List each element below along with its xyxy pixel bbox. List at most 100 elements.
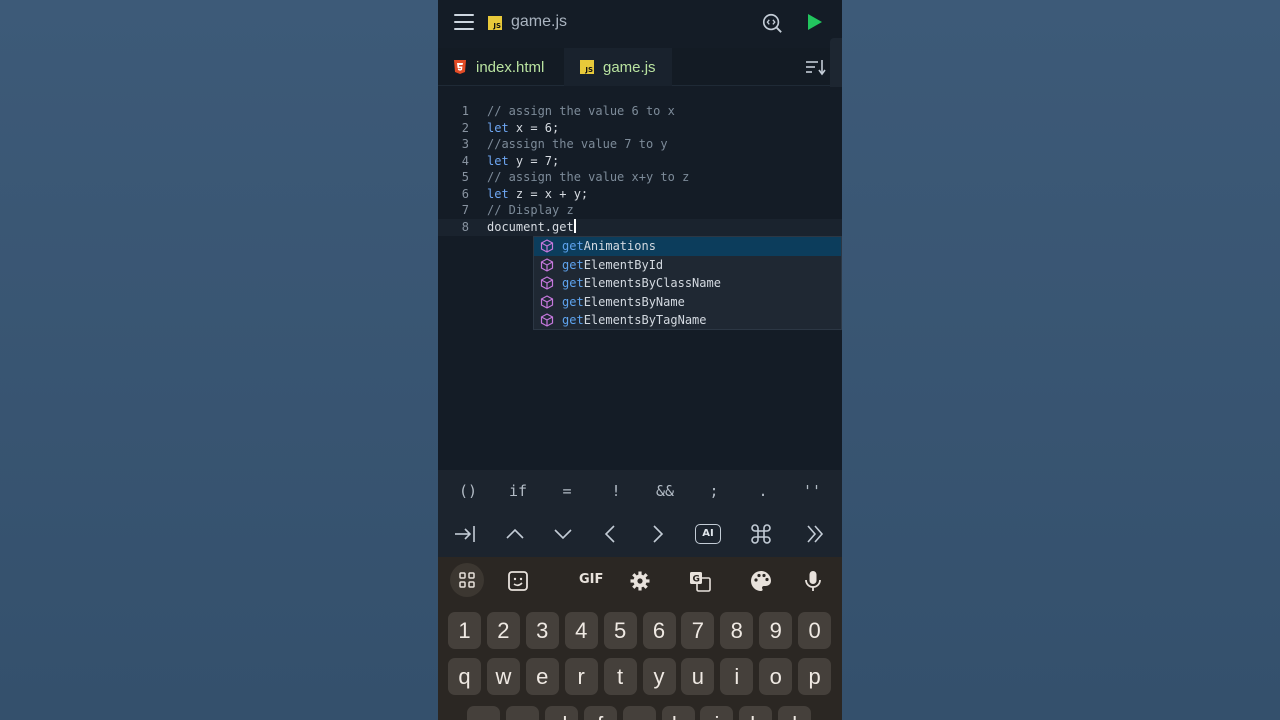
code-editor[interactable]: 1 // assign the value 6 to x 2 let x = 6; 3 /… <box>438 87 842 470</box>
suggestion-match: get <box>562 276 584 291</box>
key-q[interactable]: q <box>448 658 481 695</box>
code-line[interactable]: 7 // Display z <box>438 202 842 219</box>
sticker-icon[interactable] <box>506 569 530 593</box>
key-2[interactable]: 2 <box>486 612 520 649</box>
command-icon[interactable] <box>749 522 773 546</box>
search-code-icon[interactable] <box>761 12 783 34</box>
key-k[interactable]: k <box>739 706 773 720</box>
suggestion-item[interactable]: get ElementsByName <box>534 293 841 312</box>
symbol-key[interactable]: = <box>562 482 571 500</box>
file-title: game.js <box>511 13 568 30</box>
key-h[interactable]: h <box>661 706 695 720</box>
menu-icon[interactable] <box>454 14 474 30</box>
key-3[interactable]: 3 <box>525 612 559 649</box>
symbol-key[interactable]: () <box>459 482 477 500</box>
key-j[interactable]: j <box>700 706 734 720</box>
arrow-right-icon[interactable] <box>646 522 670 546</box>
key-0[interactable]: 0 <box>798 612 832 649</box>
key-o[interactable]: o <box>759 658 793 695</box>
arrow-up-icon[interactable] <box>503 522 527 546</box>
key-4[interactable]: 4 <box>564 612 598 649</box>
code-line[interactable]: 2 let x = 6; <box>438 120 842 137</box>
method-cube-icon <box>540 313 554 327</box>
suggestion-label: Animations <box>583 239 656 254</box>
ai-icon[interactable]: AI <box>695 524 721 544</box>
tab-game-js[interactable]: JS game.js <box>564 48 672 86</box>
gif-button[interactable]: GIF <box>579 572 603 587</box>
code-line[interactable]: 1 // assign the value 6 to x <box>438 103 842 120</box>
key-y[interactable]: y <box>642 658 676 695</box>
code-text: let z = x + y; <box>487 186 588 203</box>
microphone-icon[interactable] <box>801 569 825 593</box>
suggestion-item[interactable]: get ElementById <box>534 256 841 275</box>
suggestion-label: ElementById <box>583 257 664 272</box>
code-keyword: let <box>487 153 509 168</box>
keyboard-keys: 1234567890 qwertyuiop asdfghjkl <box>438 605 842 720</box>
code-text: // Display z <box>487 202 574 219</box>
method-cube-icon <box>540 239 554 253</box>
code-line[interactable]: 4 let y = 7; <box>438 153 842 170</box>
key-7[interactable]: 7 <box>681 612 715 649</box>
symbol-key[interactable]: '' <box>803 482 821 500</box>
settings-gear-icon[interactable] <box>628 569 652 593</box>
line-number: 4 <box>461 153 469 168</box>
translate-icon[interactable]: G <box>688 569 712 593</box>
arrow-down-icon[interactable] <box>551 522 575 546</box>
suggestion-item[interactable]: get ElementsByClassName <box>534 274 841 293</box>
suggestion-item[interactable]: get ElementsByTagName <box>534 311 841 330</box>
key-d[interactable]: d <box>544 706 578 720</box>
key-i[interactable]: i <box>720 658 754 695</box>
code-line[interactable]: 5 // assign the value x+y to z <box>438 169 842 186</box>
suggestion-item[interactable]: get Animations <box>534 237 841 256</box>
code-line[interactable]: 8 document.get <box>438 218 842 236</box>
apps-grid-icon[interactable] <box>450 563 484 597</box>
method-cube-icon <box>540 295 554 309</box>
run-play-icon[interactable] <box>804 12 824 32</box>
palette-icon[interactable] <box>749 569 773 593</box>
code-text: let x = 6; <box>487 120 559 137</box>
sort-icon[interactable] <box>805 58 827 76</box>
background-right <box>842 0 1280 720</box>
code-comment: // Display z <box>487 203 574 217</box>
key-e[interactable]: e <box>525 658 559 695</box>
key-5[interactable]: 5 <box>603 612 637 649</box>
key-1[interactable]: 1 <box>448 612 481 649</box>
code-keyword: let <box>487 120 509 135</box>
key-6[interactable]: 6 <box>642 612 676 649</box>
method-cube-icon <box>540 258 554 272</box>
key-a[interactable]: a <box>467 706 500 720</box>
code-text: // assign the value 6 to x <box>487 103 675 120</box>
code-statement: z = x + y; <box>508 186 589 201</box>
code-line[interactable]: 6 let z = x + y; <box>438 186 842 203</box>
svg-text:G: G <box>693 575 700 585</box>
symbol-key[interactable]: ; <box>709 482 718 500</box>
tab-index-html[interactable]: index.html <box>438 48 564 86</box>
line-number: 3 <box>461 137 469 151</box>
tab-icon[interactable] <box>453 522 477 546</box>
key-g[interactable]: g <box>622 706 656 720</box>
code-line[interactable]: 3 //assign the value 7 to y <box>438 136 842 153</box>
key-8[interactable]: 8 <box>720 612 754 649</box>
code-text: // assign the value x+y to z <box>487 169 689 186</box>
suggestion-label: ElementsByName <box>583 294 685 309</box>
key-f[interactable]: f <box>583 706 617 720</box>
symbol-key[interactable]: . <box>758 482 767 500</box>
key-l[interactable]: l <box>778 706 812 720</box>
arrow-left-icon[interactable] <box>598 522 622 546</box>
symbol-key[interactable]: ! <box>611 482 620 500</box>
key-9[interactable]: 9 <box>759 612 793 649</box>
key-s[interactable]: s <box>505 706 539 720</box>
key-p[interactable]: p <box>798 658 832 695</box>
symbol-key[interactable]: && <box>656 482 674 500</box>
code-statement: y = 7; <box>508 153 560 168</box>
code-statement: x = 6; <box>508 120 560 135</box>
key-r[interactable]: r <box>564 658 598 695</box>
code-comment: // assign the value 6 to x <box>487 104 675 118</box>
code-statement: document.get <box>487 219 574 234</box>
double-chevron-right-icon[interactable] <box>803 522 827 546</box>
line-number: 1 <box>461 104 469 118</box>
key-t[interactable]: t <box>603 658 637 695</box>
key-w[interactable]: w <box>486 658 520 695</box>
symbol-key[interactable]: if <box>509 482 527 500</box>
key-u[interactable]: u <box>681 658 715 695</box>
